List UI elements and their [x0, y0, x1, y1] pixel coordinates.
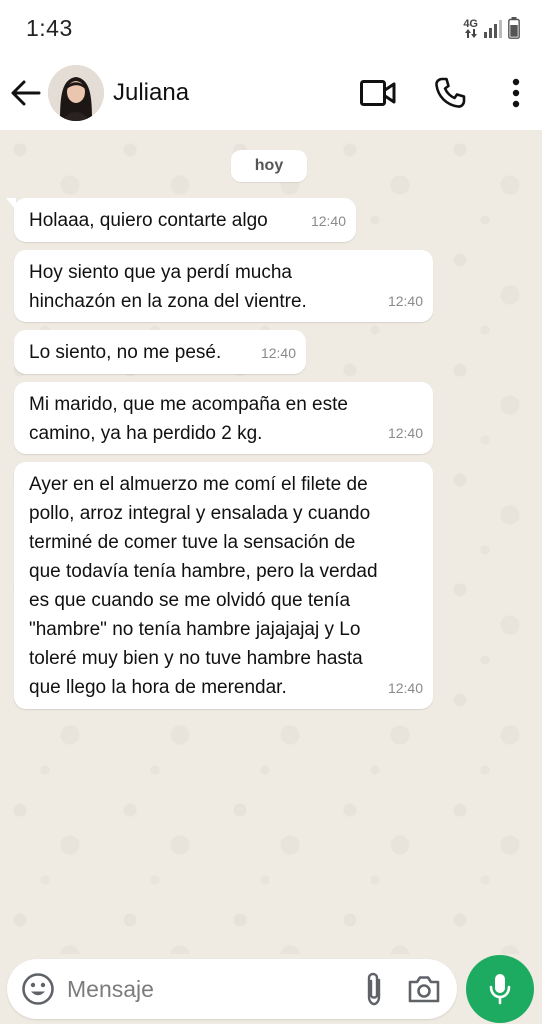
message-bubble[interactable]: Hoy siento que ya perdí mucha hinchazón …	[14, 250, 433, 322]
message-text: Hoy siento que ya perdí mucha hinchazón …	[29, 262, 307, 312]
video-call-button[interactable]	[356, 71, 400, 115]
message-input[interactable]	[67, 969, 363, 1009]
message-text: Mi marido, que me acompaña en este camin…	[29, 394, 348, 444]
message-list[interactable]: hoy Holaaa, quiero contarte algo 12:40 H…	[0, 130, 542, 954]
voice-message-button[interactable]	[466, 955, 534, 1023]
camera-button[interactable]	[407, 969, 441, 1009]
date-separator: hoy	[231, 150, 307, 182]
message-text: Lo siento, no me pesé.	[29, 342, 222, 363]
voice-call-button[interactable]	[428, 71, 472, 115]
avatar-image	[48, 65, 104, 121]
phone-icon	[435, 77, 466, 108]
composer-field-container	[7, 959, 457, 1019]
network-indicator: 4G	[463, 17, 478, 38]
message-bubble[interactable]: Ayer en el almuerzo me comí el filete de…	[14, 462, 433, 709]
chat-screen: 1:43 4G Juliana hoy Holaaa, quiero conta…	[0, 0, 542, 1024]
status-bar: 1:43 4G	[0, 0, 542, 56]
message-text: Ayer en el almuerzo me comí el filete de…	[29, 474, 378, 698]
composer-bar	[0, 955, 542, 1024]
chat-header: Juliana	[0, 56, 542, 130]
message-bubble[interactable]: Lo siento, no me pesé. 12:40	[14, 330, 306, 374]
back-button[interactable]	[4, 71, 48, 115]
microphone-icon	[489, 974, 511, 1005]
message-bubble[interactable]: Mi marido, que me acompaña en este camin…	[14, 382, 433, 454]
message-time: 12:40	[310, 213, 346, 229]
message-time: 12:40	[387, 293, 423, 309]
status-icons: 4G	[463, 17, 520, 39]
data-arrows-icon	[464, 28, 477, 38]
signal-icon	[484, 20, 502, 38]
emoji-button[interactable]	[21, 969, 55, 1009]
contact-name[interactable]: Juliana	[113, 79, 356, 107]
message-time: 12:40	[387, 425, 423, 441]
attach-button[interactable]	[363, 969, 385, 1009]
paperclip-icon	[367, 972, 381, 1006]
videocam-icon	[360, 80, 396, 106]
message-time: 12:40	[260, 345, 296, 361]
network-label: 4G	[463, 17, 478, 30]
emoji-icon	[22, 973, 54, 1005]
message-text: Holaaa, quiero contarte algo	[29, 210, 268, 231]
arrow-left-icon	[11, 80, 41, 106]
camera-icon	[408, 976, 440, 1003]
message-time: 12:40	[387, 680, 423, 696]
contact-avatar[interactable]	[48, 65, 104, 121]
battery-icon	[508, 17, 520, 39]
message-bubble[interactable]: Holaaa, quiero contarte algo 12:40	[6, 198, 356, 242]
more-vert-icon	[512, 78, 520, 108]
menu-button[interactable]	[494, 71, 538, 115]
status-time: 1:43	[26, 14, 73, 41]
